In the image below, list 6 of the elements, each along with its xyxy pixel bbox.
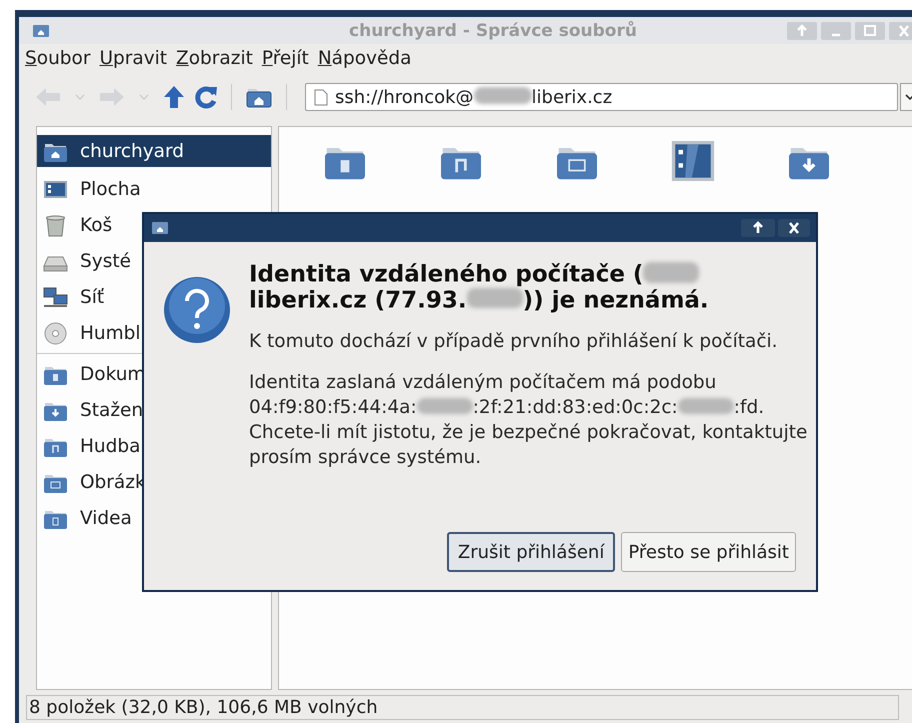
dialog-message: K tomuto dochází v případě prvního přihlášení k počítači.: [249, 330, 779, 354]
dialog-details: Identita zaslaná vzdáleným počítačem má podobu 04:f9:80:f5:44:4a: :2f:21:dd:83:ed:0c:2c: :fd. Chcete-li mít jistotu, že je bezpečné pokračovat, kontaktujte prosím správce systému.: [249, 371, 808, 470]
status-text: 8 položek (32,0 KB), 106,6 MB volných: [26, 695, 899, 720]
address-text: ssh://hroncok@ liberix.cz: [335, 86, 612, 108]
dialog-heading: Identita vzdáleného počítače ( liberix.cz (77.93. )) je neznámá.: [249, 262, 710, 314]
window-title: churchyard - Správce souborů: [348, 20, 638, 40]
